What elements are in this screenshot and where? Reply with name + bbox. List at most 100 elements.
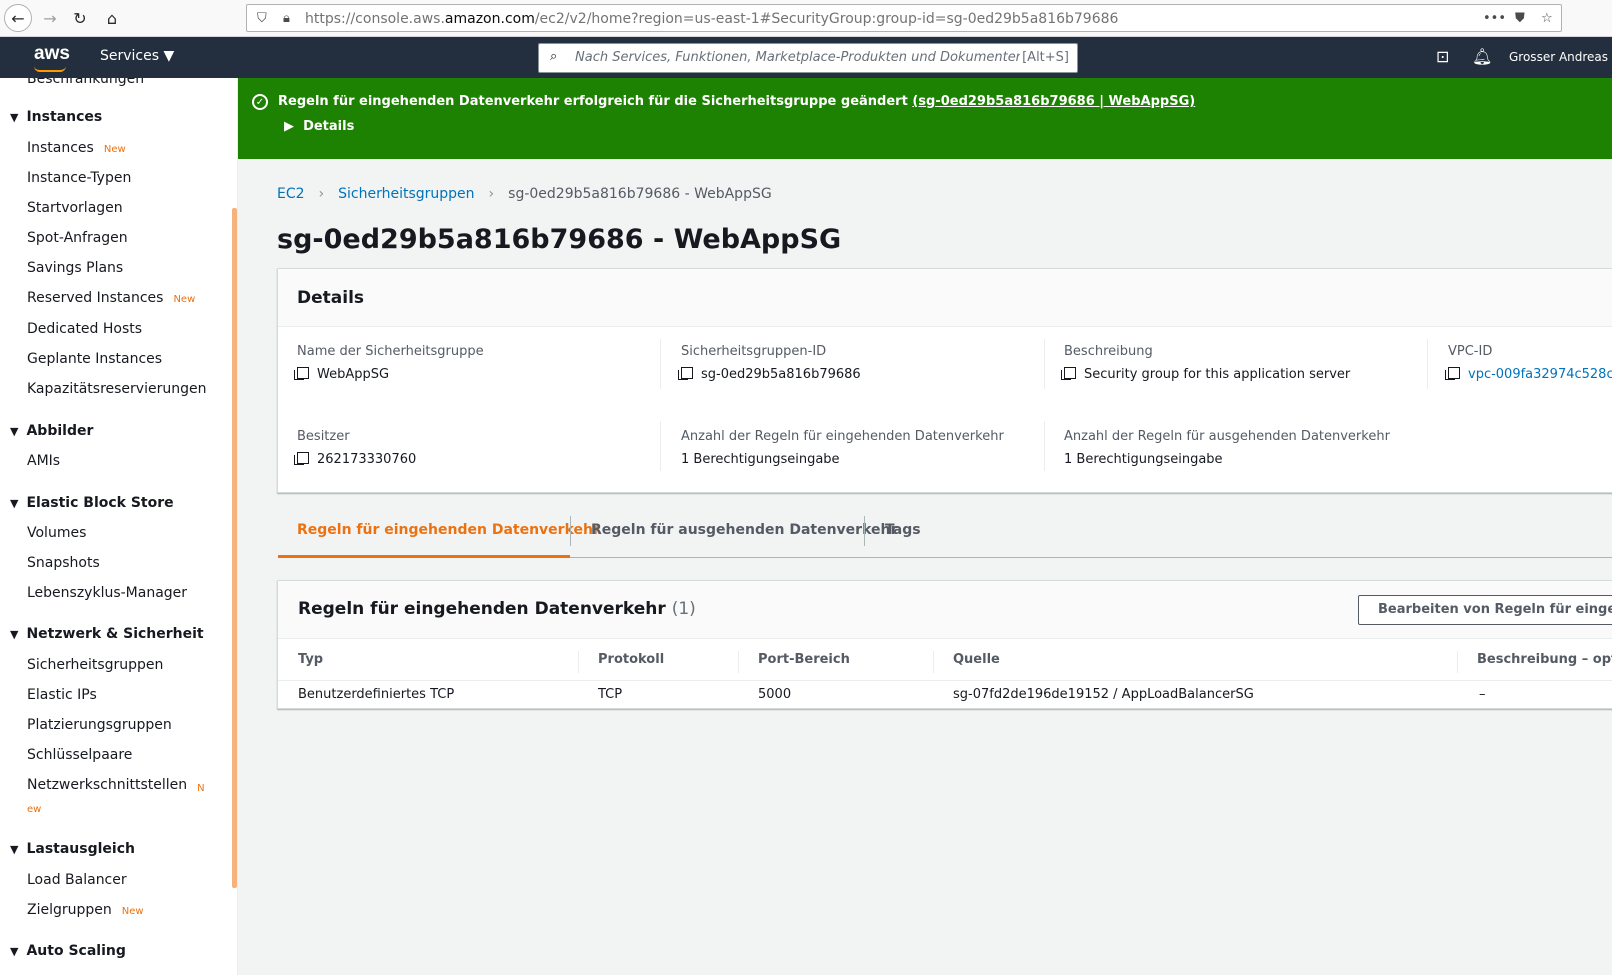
sidebar-item-amis[interactable]: AMIs (27, 453, 60, 469)
copy-icon[interactable] (1445, 367, 1460, 380)
details-title: Details (297, 288, 365, 308)
sidebar-item-volumes[interactable]: Volumes (27, 525, 86, 541)
sidebar-item-network-interfaces[interactable]: Netzwerkschnittstellen N (27, 777, 205, 794)
sidebar-group-ebs[interactable]: ▼ Elastic Block Store (10, 495, 174, 511)
sidebar-group-auto-scaling[interactable]: ▼ Auto Scaling (10, 943, 126, 959)
forward-icon[interactable]: → (38, 6, 62, 30)
pocket-icon[interactable]: ⛊ (1515, 11, 1525, 26)
tab-divider (864, 516, 865, 546)
column-divider[interactable] (1457, 651, 1458, 673)
search-placeholder: Nach Services, Funktionen, Marketplace-P… (575, 50, 1020, 65)
edit-inbound-rules-button[interactable]: Bearbeiten von Regeln für eingehenden Da… (1358, 595, 1612, 625)
column-header-port-range[interactable]: Port-Bereich (758, 652, 850, 667)
tab-outbound-rules[interactable]: Regeln für ausgehenden Datenverkehr (591, 506, 897, 558)
url-bar[interactable]: ⛉ 🔒︎ https://console.aws.amazon.com/ec2/… (246, 4, 1562, 32)
sidebar-item-lifecycle-manager[interactable]: Lebenszyklus-Manager (27, 585, 187, 601)
column-header-description[interactable]: Beschreibung – optional (1477, 652, 1612, 667)
sidebar-item-launch-templates[interactable]: Startvorlagen (27, 200, 123, 216)
sidebar-item-limits[interactable]: Beschränkungen (27, 78, 144, 87)
cell-protocol: TCP (598, 687, 623, 702)
copy-icon[interactable] (294, 367, 309, 380)
column-divider (1044, 339, 1045, 389)
sidebar-item-snapshots[interactable]: Snapshots (27, 555, 100, 571)
table-row: Benutzerdefiniertes TCP TCP 5000 sg-07fd… (278, 681, 1612, 709)
column-divider[interactable] (738, 651, 739, 673)
inbound-count-value: 1 Berechtigungseingabe (681, 452, 840, 467)
sidebar-item-dedicated-hosts[interactable]: Dedicated Hosts (27, 321, 142, 337)
breadcrumb-ec2[interactable]: EC2 (277, 186, 305, 202)
reload-icon[interactable]: ↻ (68, 6, 92, 30)
sidebar-item-target-groups[interactable]: Zielgruppen New (27, 902, 144, 918)
sidebar-item-instances[interactable]: Instances New (27, 140, 126, 156)
new-badge: New (173, 294, 196, 305)
sidebar-item-placement-groups[interactable]: Platzierungsgruppen (27, 717, 172, 733)
caret-down-icon: ▼ (163, 48, 175, 64)
sidebar-item-scheduled-instances[interactable]: Geplante Instances (27, 351, 162, 367)
expand-icon: ▼ (10, 843, 19, 856)
copy-icon[interactable] (678, 367, 693, 380)
description-label: Beschreibung (1064, 344, 1153, 359)
column-divider[interactable] (933, 651, 934, 673)
sidebar-item-elastic-ips[interactable]: Elastic IPs (27, 687, 97, 703)
search-shortcut: [Alt+S] (1022, 50, 1069, 65)
sidebar-item-key-pairs[interactable]: Schlüsselpaare (27, 747, 132, 763)
sidebar-group-network-security[interactable]: ▼ Netzwerk & Sicherheit (10, 626, 204, 642)
new-badge-wrap: ew (27, 804, 42, 815)
notifications-bell-icon[interactable]: 🔔︎ (1472, 47, 1492, 66)
sidebar-scrollbar[interactable] (232, 208, 237, 888)
copy-icon[interactable] (294, 452, 309, 465)
aws-logo-smile (34, 66, 66, 72)
services-menu[interactable]: Services ▼ (100, 48, 174, 64)
chevron-right-icon: › (318, 186, 325, 202)
flash-details-toggle[interactable]: ▶ Details (284, 119, 354, 134)
search-input[interactable]: ⌕ Nach Services, Funktionen, Marketplace… (538, 43, 1078, 73)
sidebar-group-images[interactable]: ▼ Abbilder (10, 423, 93, 439)
rules-count: (1) (671, 599, 696, 619)
copy-icon[interactable] (1061, 367, 1076, 380)
caret-right-icon: ▶ (284, 119, 294, 134)
breadcrumb: EC2 › Sicherheitsgruppen › sg-0ed29b5a816b79… (277, 186, 772, 202)
new-badge: N (197, 783, 205, 794)
home-icon[interactable]: ⌂ (100, 6, 124, 30)
more-icon[interactable]: ••• (1483, 11, 1506, 26)
sidebar-item-spot-requests[interactable]: Spot-Anfragen (27, 230, 128, 246)
browser-toolbar: ← → ↻ ⌂ ⛉ 🔒︎ https://console.aws.amazon.… (0, 0, 1612, 37)
sidebar-group-instances[interactable]: ▼ Instances (10, 109, 102, 125)
sidebar-item-savings-plans[interactable]: Savings Plans (27, 260, 123, 276)
sidebar-item-instance-types[interactable]: Instance-Typen (27, 170, 131, 186)
shield-icon[interactable]: ⛉ (257, 11, 267, 26)
inbound-count-label: Anzahl der Regeln für eingehenden Datenv… (681, 429, 1004, 444)
column-divider[interactable] (578, 651, 579, 673)
search-icon: ⌕ (550, 49, 558, 64)
tab-tags[interactable]: Tags (885, 506, 921, 558)
back-icon[interactable]: ← (4, 4, 32, 32)
breadcrumb-current: sg-0ed29b5a816b79686 - WebAppSG (508, 186, 772, 202)
flash-security-group-link[interactable]: (sg-0ed29b5a816b79686 | WebAppSG) (912, 94, 1195, 109)
cell-source: sg-07fd2de196de19152 / AppLoadBalancerSG (953, 687, 1254, 702)
expand-icon: ▼ (10, 945, 19, 958)
column-header-type[interactable]: Typ (298, 652, 323, 667)
cloudshell-icon[interactable]: ⊡ (1436, 47, 1449, 66)
sidebar-item-security-groups[interactable]: Sicherheitsgruppen (27, 657, 163, 673)
inbound-rules-header: Regeln für eingehenden Datenverkehr (1) … (278, 581, 1612, 639)
sidebar-item-reserved-instances[interactable]: Reserved Instances New (27, 290, 195, 306)
sidebar-group-load-balancing[interactable]: ▼ Lastausgleich (10, 841, 135, 857)
user-menu[interactable]: Grosser Andreas ▾ (1509, 50, 1612, 64)
column-divider (1044, 421, 1045, 471)
tab-inbound-rules[interactable]: Regeln für eingehenden Datenverkehr (278, 506, 600, 558)
sg-id-value: sg-0ed29b5a816b79686 (678, 367, 861, 382)
description-value: Security group for this application serv… (1061, 367, 1350, 382)
vpc-id-value: vpc-009fa32974c528c (1445, 367, 1612, 382)
vpc-id-link[interactable]: vpc-009fa32974c528c (1468, 367, 1612, 382)
bookmark-star-icon[interactable]: ☆ (1541, 11, 1553, 26)
tab-divider (570, 516, 571, 546)
column-header-protocol[interactable]: Protokoll (598, 652, 664, 667)
page-title: sg-0ed29b5a816b79686 - WebAppSG (277, 224, 842, 255)
new-badge: New (103, 144, 126, 155)
aws-logo[interactable]: aws (34, 43, 70, 65)
sidebar-item-load-balancers[interactable]: Load Balancer (27, 872, 127, 888)
breadcrumb-security-groups[interactable]: Sicherheitsgruppen (338, 186, 474, 202)
sidebar-item-capacity-reservations[interactable]: Kapazitätsreservierungen (27, 381, 206, 397)
sidebar: Beschränkungen ▼ Instances Instances New I… (0, 78, 238, 975)
column-header-source[interactable]: Quelle (953, 652, 1000, 667)
